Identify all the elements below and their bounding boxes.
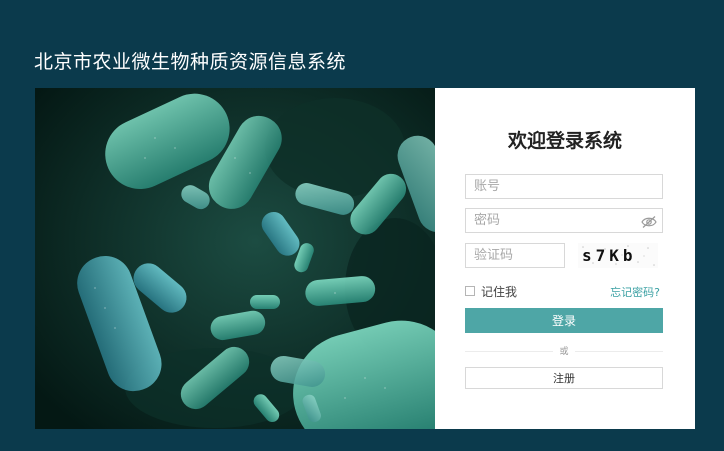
username-input[interactable] bbox=[466, 175, 662, 198]
remember-label: 记住我 bbox=[481, 284, 518, 299]
remember-me[interactable]: 记住我 bbox=[465, 283, 517, 299]
login-panel: 欢迎登录系统 账号 验证码 s7Kb 记住我 忘记密码? 登录 或 注册 bbox=[435, 88, 695, 429]
login-heading: 欢迎登录系统 bbox=[507, 130, 622, 152]
captcha-text: s7Kb bbox=[582, 246, 637, 265]
username-field-wrapper bbox=[465, 174, 663, 199]
eye-slash-icon[interactable] bbox=[641, 214, 657, 228]
password-field-wrapper bbox=[465, 208, 663, 233]
password-input[interactable] bbox=[466, 209, 662, 232]
divider-text: 或 bbox=[553, 344, 575, 357]
captcha-image[interactable]: s7Kb bbox=[578, 243, 658, 268]
captcha-input[interactable] bbox=[466, 244, 564, 267]
captcha-field-wrapper bbox=[465, 243, 565, 268]
forgot-password-link[interactable]: 忘记密码? bbox=[610, 284, 660, 300]
remember-checkbox[interactable] bbox=[465, 286, 475, 296]
login-button[interactable]: 登录 bbox=[465, 308, 663, 333]
register-button[interactable]: 注册 bbox=[465, 367, 663, 389]
login-card: 欢迎登录系统 账号 验证码 s7Kb 记住我 忘记密码? 登录 或 注册 bbox=[35, 88, 695, 429]
or-divider: 或 bbox=[465, 342, 663, 357]
hero-image bbox=[35, 88, 435, 429]
site-title: 北京市农业微生物种质资源信息系统 bbox=[34, 51, 347, 73]
